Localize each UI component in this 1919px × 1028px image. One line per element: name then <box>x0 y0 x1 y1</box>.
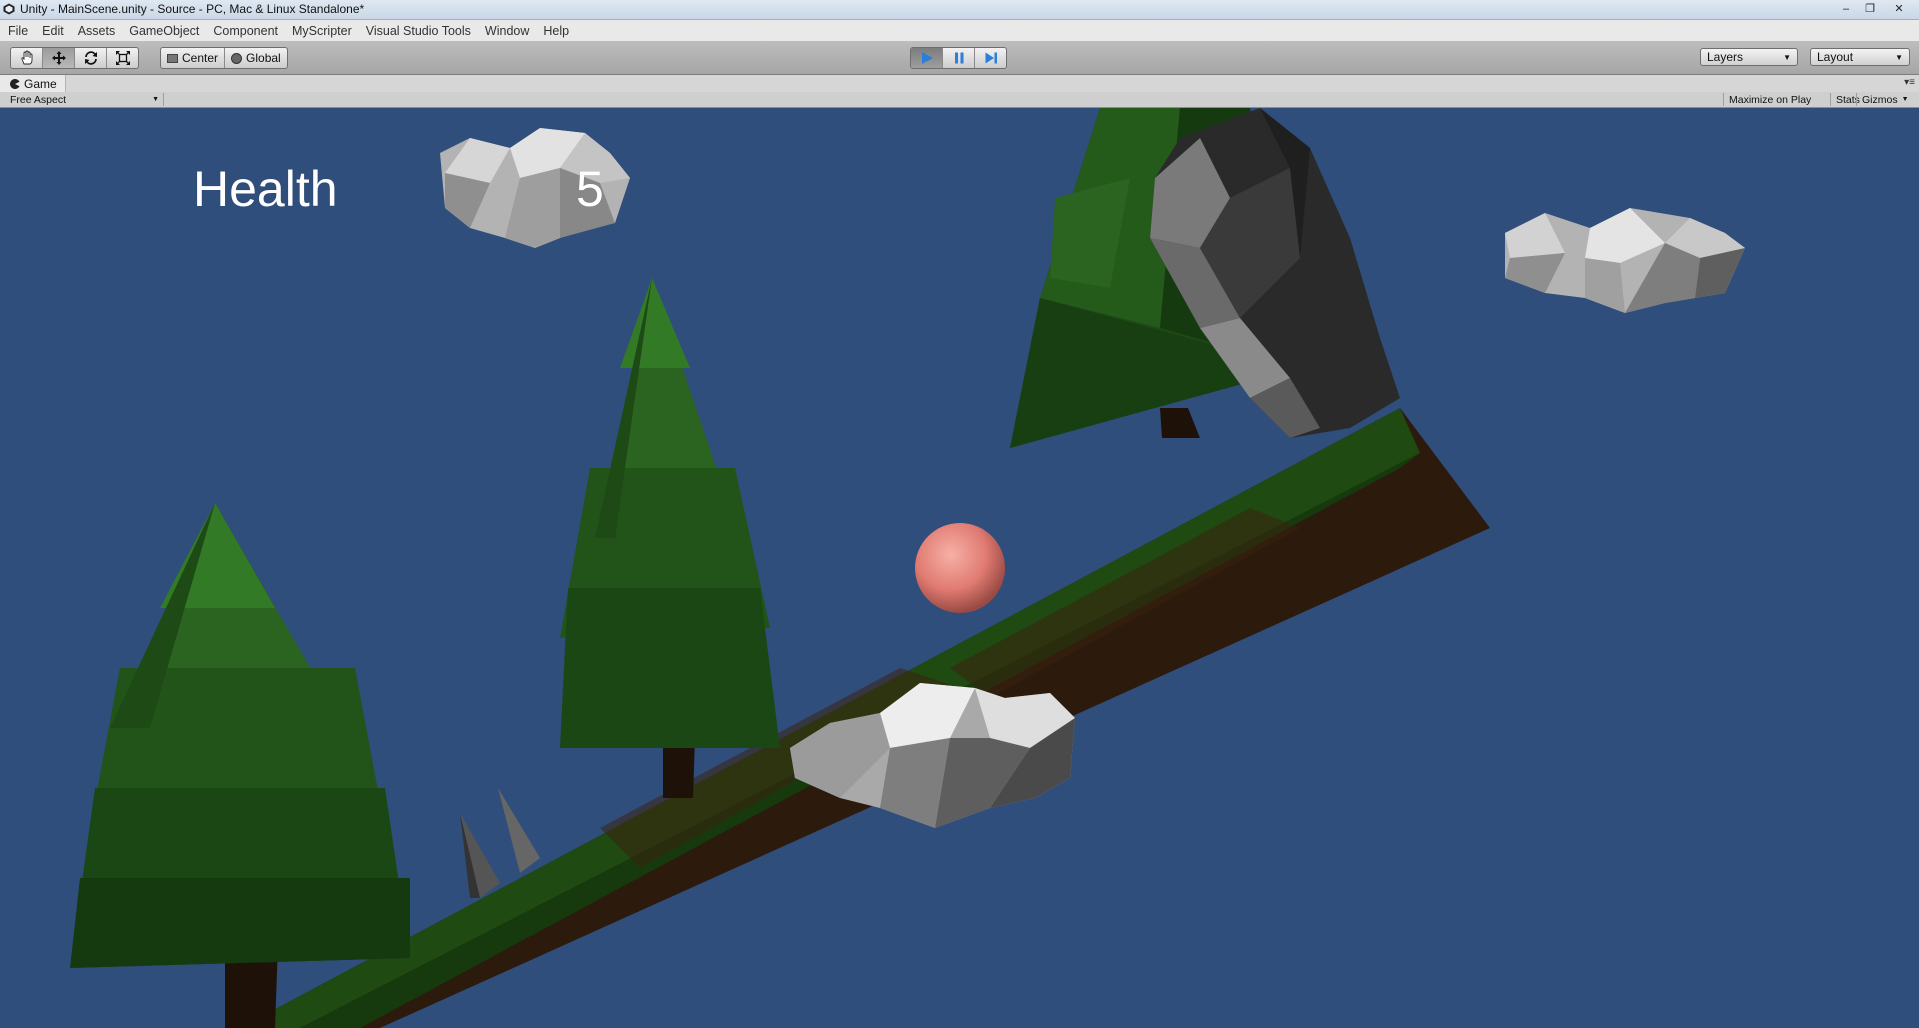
pause-icon <box>954 52 963 64</box>
play-button[interactable] <box>911 48 943 68</box>
menu-gameobject[interactable]: GameObject <box>122 24 206 38</box>
window-title: Unity - MainScene.unity - Source - PC, M… <box>20 2 365 16</box>
aspect-dropdown[interactable]: Free Aspect ▼ <box>4 93 164 106</box>
tab-game[interactable]: Game <box>0 75 66 92</box>
aspect-label: Free Aspect <box>10 93 67 106</box>
move-icon <box>51 51 66 65</box>
rotate-icon <box>84 51 97 65</box>
dropdown-arrow-icon: ▼ <box>1895 52 1903 62</box>
restore-button[interactable]: ❐ <box>1859 1 1881 16</box>
menu-visual-studio-tools[interactable]: Visual Studio Tools <box>359 24 478 38</box>
tab-menu-icon[interactable]: ▾≡ <box>1904 77 1915 88</box>
layers-label: Layers <box>1707 50 1744 64</box>
move-tool-button[interactable] <box>43 48 75 68</box>
main-toolbar: Center Global Layers ▼ Layout ▼ <box>0 42 1919 75</box>
player-ball <box>915 523 1005 613</box>
minimize-button[interactable]: – <box>1835 1 1857 16</box>
dropdown-arrow-icon: ▼ <box>1783 52 1791 62</box>
gizmos-label: Gizmos <box>1862 93 1898 106</box>
playback-controls <box>910 47 1007 69</box>
dropdown-arrow-icon: ▼ <box>152 96 159 103</box>
globe-icon <box>231 52 243 64</box>
step-button[interactable] <box>975 48 1006 68</box>
tree-left <box>70 503 410 1028</box>
close-button[interactable]: ✕ <box>1883 1 1915 16</box>
menu-component[interactable]: Component <box>206 24 285 38</box>
pacman-icon <box>10 78 20 89</box>
layers-dropdown[interactable]: Layers ▼ <box>1700 48 1798 66</box>
menu-window[interactable]: Window <box>478 24 536 38</box>
hand-icon <box>20 50 32 65</box>
tree-middle <box>560 278 780 798</box>
hand-tool-button[interactable] <box>11 48 43 68</box>
pivot-controls: Center Global <box>160 47 288 69</box>
game-viewport[interactable]: Health 5 <box>0 108 1919 1028</box>
window-title-bar: Unity - MainScene.unity - Source - PC, M… <box>0 0 1919 20</box>
game-view-toolbar: Free Aspect ▼ Maximize on Play Stats Giz… <box>0 92 1919 108</box>
menu-file[interactable]: File <box>0 24 35 38</box>
tab-game-label: Game <box>24 76 57 91</box>
scale-tool-button[interactable] <box>107 48 138 68</box>
maximize-on-play-button[interactable]: Maximize on Play <box>1723 93 1816 106</box>
layout-dropdown[interactable]: Layout ▼ <box>1810 48 1910 66</box>
game-tab-bar: Game ▾≡ <box>0 75 1919 93</box>
menu-edit[interactable]: Edit <box>35 24 71 38</box>
rotate-tool-button[interactable] <box>75 48 107 68</box>
gizmos-dropdown[interactable]: Gizmos ▼ <box>1856 93 1919 106</box>
pause-button[interactable] <box>943 48 975 68</box>
health-label: Health <box>193 161 338 217</box>
dropdown-arrow-icon: ▼ <box>1901 96 1909 103</box>
center-pivot-icon <box>167 53 178 63</box>
pivot-global-button[interactable]: Global <box>225 48 287 68</box>
menu-help[interactable]: Help <box>536 24 576 38</box>
unity-logo-icon <box>3 3 15 15</box>
transform-tools <box>10 47 139 69</box>
play-icon <box>921 52 933 64</box>
pivot-center-label: Center <box>182 51 219 65</box>
step-icon <box>985 52 997 64</box>
cloud-right <box>1505 208 1745 313</box>
menu-bar: File Edit Assets GameObject Component My… <box>0 20 1919 42</box>
health-value: 5 <box>576 161 604 217</box>
pivot-global-label: Global <box>246 51 281 65</box>
layout-label: Layout <box>1817 50 1854 64</box>
menu-assets[interactable]: Assets <box>71 24 123 38</box>
game-scene <box>70 108 1745 1028</box>
scale-icon <box>115 51 130 65</box>
menu-myscripter[interactable]: MyScripter <box>285 24 359 38</box>
pivot-center-button[interactable]: Center <box>161 48 226 68</box>
